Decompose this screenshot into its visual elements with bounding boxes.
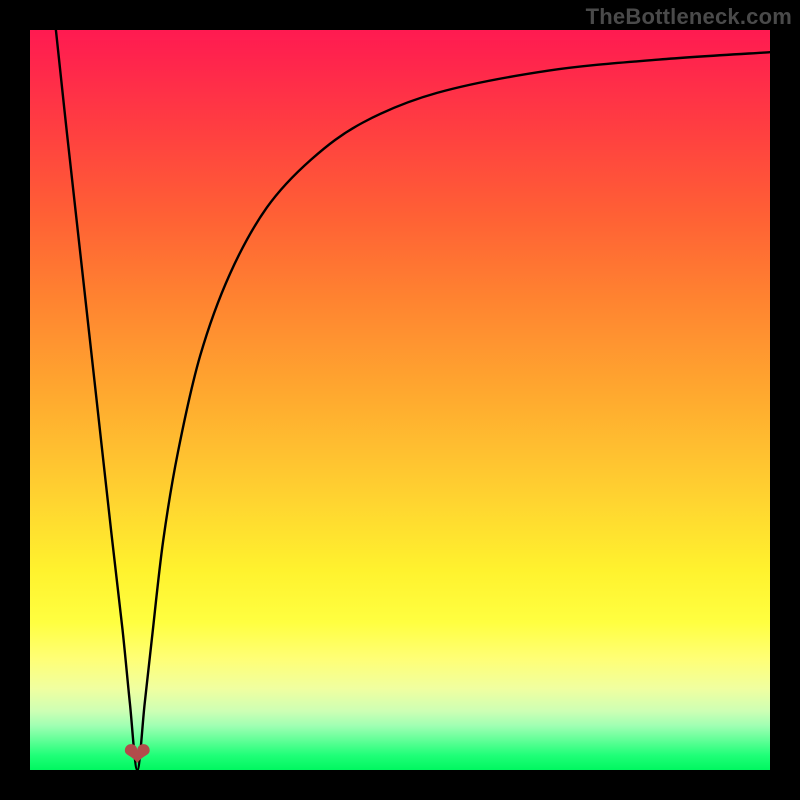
- source-label: TheBottleneck.com: [586, 4, 792, 30]
- bottleneck-curve: [56, 30, 770, 770]
- heart-icon: ❤: [123, 738, 152, 772]
- curve-layer: [30, 30, 770, 770]
- chart-frame: ❤ TheBottleneck.com: [0, 0, 800, 800]
